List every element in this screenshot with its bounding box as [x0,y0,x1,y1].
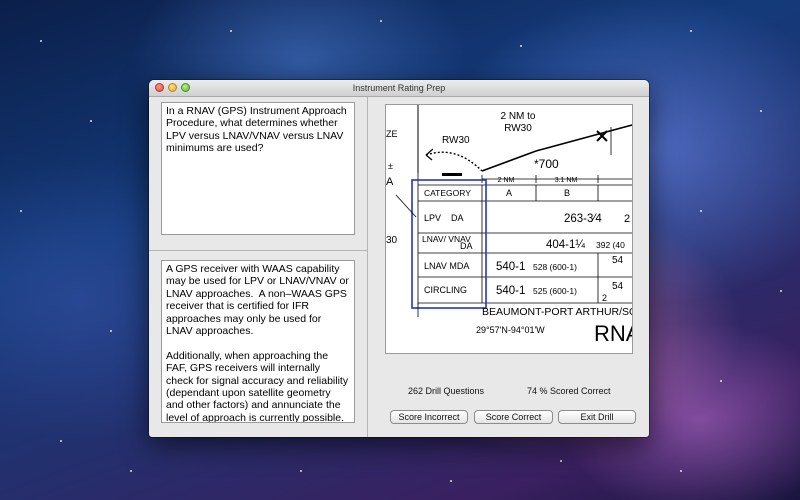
minimize-button[interactable] [168,83,177,92]
score-incorrect-button[interactable]: Score Incorrect [390,410,468,424]
vertical-split-divider[interactable] [367,97,368,437]
score-correct-button[interactable]: Score Correct [474,410,553,424]
chart-top-note: 2 NM to [500,111,535,122]
chart-row-lnavvnav-label-2: DA [460,241,473,251]
chart-row-lnav-value: 540-1 [496,261,525,273]
chart-row-lpv-extra: 2 [624,213,630,225]
chart-col-a: A [506,188,512,198]
chart-airport-name: BEAUMONT-PORT ARTHUR/SO [482,306,632,318]
chart-left-mark-1: ZE [386,129,398,139]
app-window: Instrument Rating Prep In a RNAV (GPS) I… [149,80,649,437]
chart-col-b: B [564,188,570,198]
chart-left-mark-3: A [386,176,394,188]
chart-runway-label: RW30 [442,135,470,146]
chart-row-lnavvnav-value-2: 392 (40 [596,240,625,250]
chart-header-category: CATEGORY [424,188,471,198]
chart-top-note-2: RW30 [504,123,532,134]
chart-left-mark-2: ± [388,161,393,171]
chart-row-circling-value: 540-1 [496,285,525,297]
chart-coordinates: 29°57'N-94°01'W [476,325,545,335]
chart-row-lpv-label: LPV DA [424,213,464,223]
window-title: Instrument Rating Prep [352,83,446,93]
approach-chart-image: 2 NM to RW30 ZE ± A 30 RW30 *700 2 NM 3.… [385,104,633,354]
chart-row-circling-label: CIRCLING [424,285,467,295]
drill-questions-count: 262 Drill Questions [408,386,485,396]
close-button[interactable] [155,83,164,92]
chart-left-mark-4: 30 [386,235,398,246]
chart-altitude: *700 [534,157,559,171]
chart-seg-2: 3.1 NM [555,177,578,184]
chart-row-lnavvnav-value: 404-1¼ [546,239,585,251]
chart-procedure-name: RNA [594,321,632,346]
scored-correct-percent: 74 % Scored Correct [527,386,611,396]
answer-text[interactable]: A GPS receiver with WAAS capability may … [161,260,355,423]
chart-row-circling-partial: 54 [612,281,624,292]
chart-seg-1: 2 NM [498,177,515,184]
exit-drill-button[interactable]: Exit Drill [558,410,636,424]
chart-row-lnav-value-2: 528 (600-1) [533,262,577,272]
chart-row-lnav-label: LNAV MDA [424,261,469,271]
chart-row-circling-partial-2: 2 [602,293,607,303]
chart-row-circling-value-2: 525 (600-1) [533,286,577,296]
chart-row-lpv-value: 263-3⁄4 [564,213,602,225]
chart-row-lnav-partial: 54 [612,255,624,266]
zoom-button[interactable] [181,83,190,92]
horizontal-split-divider[interactable] [149,250,367,251]
title-bar[interactable]: Instrument Rating Prep [149,80,649,97]
question-text[interactable]: In a RNAV (GPS) Instrument Approach Proc… [161,102,355,235]
